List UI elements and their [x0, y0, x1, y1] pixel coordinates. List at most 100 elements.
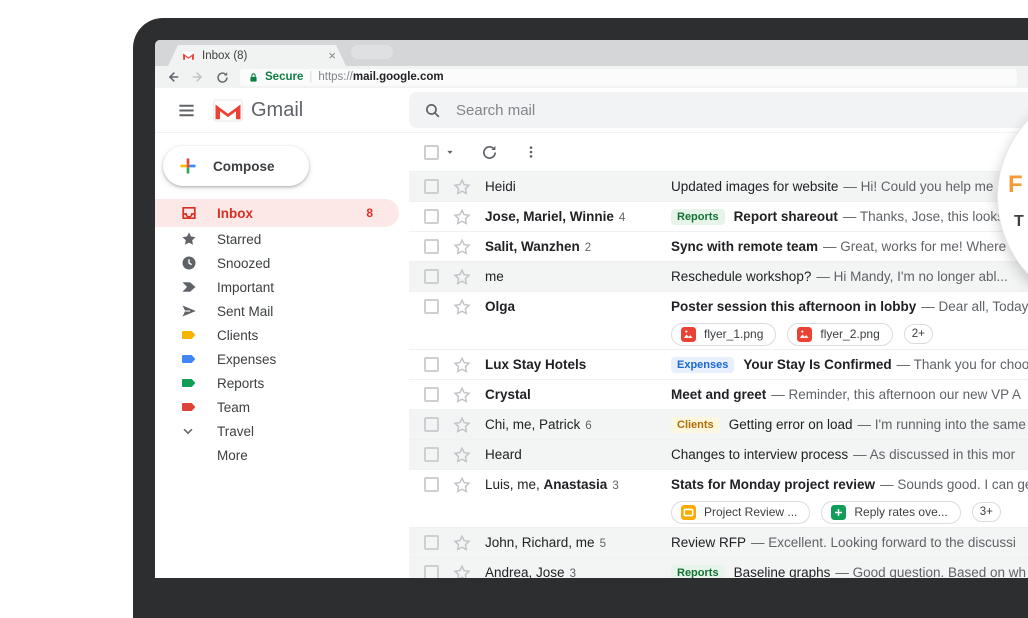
star-outline-icon[interactable]	[453, 476, 471, 494]
forward-icon[interactable]	[191, 70, 205, 84]
thread-count: 3	[612, 480, 618, 492]
search-input[interactable]	[454, 101, 881, 120]
hamburger-menu-icon[interactable]	[177, 101, 196, 120]
star-outline-icon[interactable]	[453, 298, 471, 316]
email-snippet: — Thanks, Jose, this looks go	[843, 209, 1023, 224]
star-outline-icon[interactable]	[453, 386, 471, 404]
email-row[interactable]: Luis, me, Anastasia3Stats for Monday pro…	[409, 469, 1028, 527]
sidebar-item-more[interactable]: More	[155, 443, 409, 467]
search-bar[interactable]	[409, 92, 1028, 128]
row-checkbox[interactable]	[424, 565, 439, 578]
email-sender: Jose, Mariel, Winnie4	[485, 209, 671, 224]
star-outline-icon[interactable]	[453, 268, 471, 286]
email-sender: Chi, me, Patrick6	[485, 417, 671, 432]
email-snippet: — I'm running into the same	[858, 417, 1026, 432]
row-checkbox[interactable]	[424, 417, 439, 432]
email-row[interactable]: Andrea, Jose3ReportsBaseline graphs— Goo…	[409, 557, 1028, 578]
email-row[interactable]: CrystalMeet and greet— Reminder, this af…	[409, 379, 1028, 409]
row-checkbox[interactable]	[424, 179, 439, 194]
row-checkbox[interactable]	[424, 269, 439, 284]
sidebar-item-clients[interactable]: Clients	[155, 323, 409, 347]
star-outline-icon[interactable]	[453, 208, 471, 226]
search-icon	[424, 102, 441, 119]
email-row[interactable]: Lux Stay HotelsExpensesYour Stay Is Conf…	[409, 349, 1028, 379]
important-icon	[181, 279, 197, 295]
star-outline-icon[interactable]	[453, 238, 471, 256]
email-snippet: — Excellent. Looking forward to the disc…	[751, 535, 1016, 550]
more-attachments-badge[interactable]: 2+	[904, 324, 933, 344]
multicolor-plus-icon	[178, 156, 198, 176]
list-toolbar	[409, 133, 1028, 171]
refresh-icon[interactable]	[481, 144, 498, 161]
tab-close-icon[interactable]: ×	[328, 49, 336, 62]
more-vertical-icon[interactable]	[524, 144, 538, 160]
lock-icon	[248, 72, 259, 83]
star-outline-icon[interactable]	[453, 178, 471, 196]
sidebar-item-label: Starred	[217, 232, 409, 247]
gmail-favicon-icon	[182, 51, 195, 61]
star-outline-icon[interactable]	[453, 534, 471, 552]
sidebar-item-starred[interactable]: Starred	[155, 227, 409, 251]
sidebar-item-travel[interactable]: Travel	[155, 419, 409, 443]
row-checkbox[interactable]	[424, 209, 439, 224]
sidebar-item-snoozed[interactable]: Snoozed	[155, 251, 409, 275]
sidebar-item-important[interactable]: Important	[155, 275, 409, 299]
select-all-checkbox[interactable]	[424, 145, 439, 160]
attachment-chip[interactable]: flyer_1.png	[671, 323, 776, 346]
sidebar-item-reports[interactable]: Reports	[155, 371, 409, 395]
label-chip[interactable]: Reports	[671, 209, 725, 225]
star-outline-icon[interactable]	[453, 564, 471, 579]
row-checkbox[interactable]	[424, 357, 439, 372]
attachment-chip[interactable]: flyer_2.png	[787, 323, 892, 346]
clock-icon	[181, 255, 197, 271]
email-row[interactable]: John, Richard, me5Review RFP— Excellent.…	[409, 527, 1028, 557]
row-checkbox[interactable]	[424, 447, 439, 462]
star-outline-icon[interactable]	[453, 416, 471, 434]
email-snippet: — Dear all, Today	[921, 299, 1028, 314]
label-chip[interactable]: Expenses	[671, 357, 734, 373]
email-row[interactable]: Jose, Mariel, Winnie4ReportsReport share…	[409, 201, 1028, 231]
email-row[interactable]: HeidiUpdated images for website— Hi! Cou…	[409, 171, 1028, 201]
email-sender: Luis, me, Anastasia3	[485, 477, 671, 492]
sidebar-items: Inbox8 Starred SnoozedImportantSent MailCl…	[155, 199, 409, 467]
email-row[interactable]: Salit, Wanzhen2Sync with remote team— Gr…	[409, 231, 1028, 261]
sidebar-item-inbox[interactable]: Inbox8	[155, 199, 399, 227]
sidebar-item-label: More	[217, 448, 409, 463]
refresh-icon[interactable]	[216, 71, 229, 84]
email-snippet: — Sounds good. I can ge	[880, 477, 1028, 492]
browser-tab[interactable]: Inbox (8) ×	[168, 45, 346, 66]
attachment-chip[interactable]: Project Review ...	[671, 501, 810, 524]
email-row[interactable]: meReschedule workshop?— Hi Mandy, I'm no…	[409, 261, 1028, 291]
attachment-chip[interactable]: Reply rates ove...	[821, 501, 960, 524]
tab-title: Inbox (8)	[202, 50, 328, 62]
email-row[interactable]: OlgaPoster session this afternoon in lob…	[409, 291, 1028, 349]
label-chip[interactable]: Reports	[671, 565, 725, 579]
email-subject: Stats for Monday project review	[671, 477, 875, 492]
sidebar-item-expenses[interactable]: Expenses	[155, 347, 409, 371]
email-sender: me	[485, 269, 671, 284]
star-outline-icon[interactable]	[453, 446, 471, 464]
email-row[interactable]: HeardChanges to interview process— As di…	[409, 439, 1028, 469]
url-field[interactable]: Secure | https://mail.google.com	[240, 69, 1017, 86]
caret-down-icon[interactable]	[444, 146, 456, 158]
back-icon[interactable]	[166, 70, 180, 84]
star-outline-icon[interactable]	[453, 356, 471, 374]
sidebar-item-team[interactable]: Team	[155, 395, 409, 419]
gmail-logo: Gmail	[213, 99, 303, 122]
row-checkbox[interactable]	[424, 535, 439, 550]
email-sender: Heard	[485, 447, 671, 462]
row-checkbox[interactable]	[424, 239, 439, 254]
row-checkbox[interactable]	[424, 387, 439, 402]
email-row[interactable]: Chi, me, Patrick6ClientsGetting error on…	[409, 409, 1028, 439]
star-icon	[181, 231, 197, 247]
row-checkbox[interactable]	[424, 299, 439, 314]
sidebar-item-label: Reports	[217, 376, 409, 391]
sidebar-item-sent-mail[interactable]: Sent Mail	[155, 299, 409, 323]
email-subject: Changes to interview process	[671, 447, 848, 462]
compose-button[interactable]: Compose	[163, 146, 309, 186]
new-tab-button[interactable]	[351, 45, 393, 59]
label-chip[interactable]: Clients	[671, 417, 720, 433]
row-checkbox[interactable]	[424, 477, 439, 492]
more-attachments-badge[interactable]: 3+	[972, 502, 1001, 522]
sidebar-item-label: Team	[217, 400, 409, 415]
